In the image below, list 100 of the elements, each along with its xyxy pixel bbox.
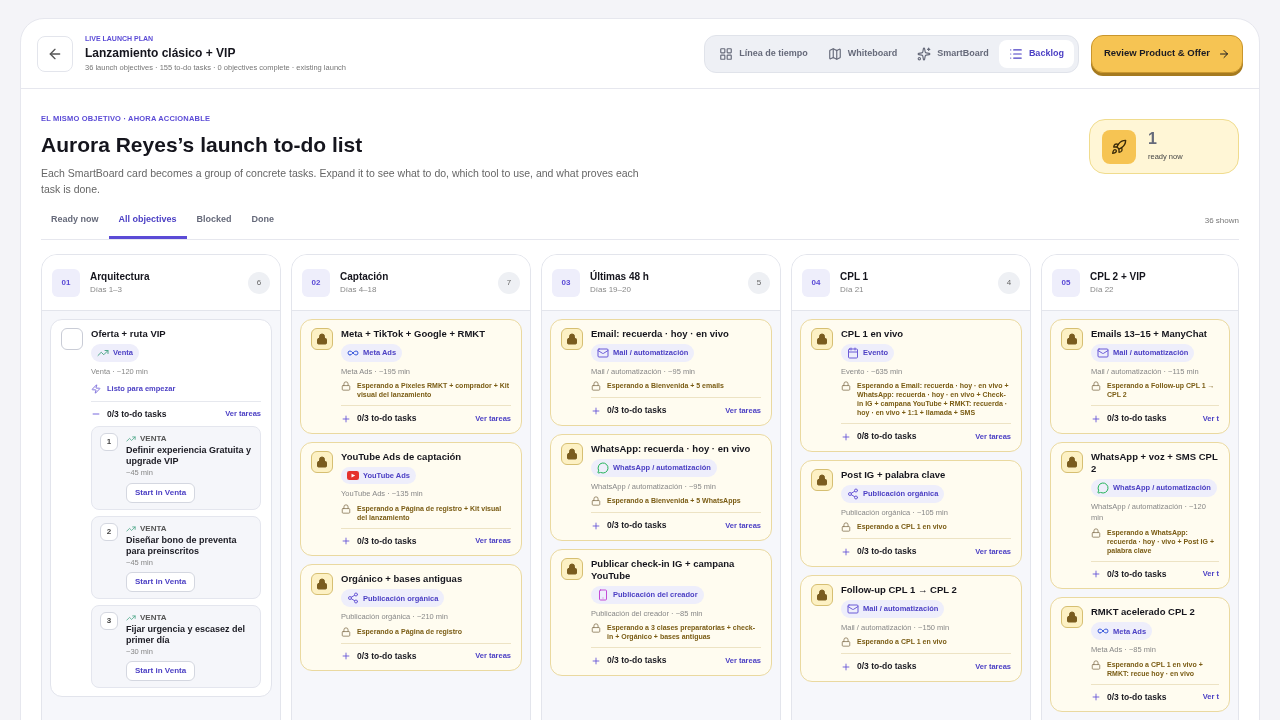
expand-icon[interactable] (341, 650, 351, 661)
review-button[interactable]: Review Product & Offer (1090, 34, 1243, 73)
back-button[interactable] (37, 35, 73, 72)
task-count: 0/3 to-do tasks (607, 654, 667, 667)
share-icon (847, 488, 859, 500)
expand-icon[interactable] (1091, 413, 1101, 424)
share-icon (347, 592, 359, 605)
mail-icon (597, 347, 609, 359)
column-number: 03 (552, 268, 580, 297)
column-title: Últimas 48 h (590, 269, 650, 284)
start-button[interactable]: Start in Venta (126, 482, 196, 503)
view-tab[interactable]: Línea de tiempo (709, 39, 818, 68)
expand-icon[interactable] (1091, 568, 1101, 579)
column-count: 6 (248, 271, 270, 294)
task-category: VENTA (140, 522, 167, 535)
step-number: 3 (100, 611, 118, 630)
task-count: 0/3 to-do tasks (607, 519, 667, 532)
task-count: 0/3 to-do tasks (357, 412, 417, 425)
expand-icon[interactable] (841, 431, 851, 442)
lock-icon (1091, 381, 1101, 392)
lock-icon (1066, 333, 1078, 345)
task-count: 0/3 to-do tasks (1107, 567, 1167, 581)
grid-icon (719, 46, 734, 61)
map-icon (827, 46, 842, 61)
lock-icon (341, 626, 351, 637)
lock-icon (341, 381, 351, 392)
objective-card[interactable] (50, 319, 272, 697)
card-title: Follow-up CPL 1 → CPL 2 (841, 584, 957, 596)
column-title: CPL 2 + VIP (1090, 270, 1147, 284)
chat-icon (1097, 482, 1109, 494)
filter-tab[interactable]: Ready now (41, 208, 109, 239)
play-icon (347, 471, 359, 481)
lock-icon (316, 333, 328, 345)
lock-icon (316, 578, 328, 591)
column-title: Arquitectura (90, 270, 151, 284)
lock-icon (841, 381, 851, 392)
expand-icon[interactable] (591, 405, 601, 416)
lock-icon (841, 637, 851, 648)
stat-value: 1 (1148, 130, 1158, 147)
lock-icon (1091, 659, 1101, 670)
checkbox[interactable] (61, 328, 83, 350)
column-number: 05 (1052, 268, 1080, 297)
expand-icon[interactable] (841, 661, 851, 672)
task-count: 0/3 to-do tasks (607, 404, 667, 417)
task-category: VENTA (140, 433, 167, 446)
card-title: Email: recuerda · hoy · en vivo (591, 328, 729, 340)
column-days: Día 22 (1090, 284, 1228, 296)
objective-card[interactable] (800, 319, 1022, 452)
card-title: Post IG + palabra clave (841, 469, 946, 481)
arrow-right-icon (1218, 47, 1230, 60)
zap-icon (91, 383, 101, 394)
step-number: 2 (100, 522, 118, 541)
trend-icon (126, 434, 136, 445)
column-count: 5 (748, 271, 770, 294)
expand-icon[interactable] (841, 546, 851, 557)
task-count: 0/3 to-do tasks (107, 407, 167, 421)
list-icon (1008, 46, 1023, 61)
expand-icon[interactable] (591, 655, 601, 666)
page-title: Aurora Reyes’s launch to-do list (41, 132, 364, 159)
lock-icon (841, 522, 851, 533)
card-title: YouTube Ads de captación (341, 451, 462, 463)
column-number: 04 (802, 268, 830, 297)
filter-tab[interactable]: Blocked (186, 208, 242, 239)
lock-icon (591, 623, 601, 634)
column-count: 4 (998, 271, 1020, 294)
mail-icon (847, 603, 859, 615)
lock-icon (1066, 611, 1078, 624)
lock-icon (816, 589, 828, 601)
trend-icon (97, 347, 109, 359)
filter-tab[interactable]: Done (241, 208, 285, 239)
start-button[interactable]: Start in Venta (126, 571, 196, 592)
column-number: 02 (302, 268, 330, 297)
chat-icon (597, 462, 609, 474)
task-count: 0/8 to-do tasks (857, 430, 917, 443)
infinity-icon (347, 347, 359, 359)
task-count: 0/3 to-do tasks (857, 660, 917, 673)
lock-icon (591, 496, 601, 507)
step-number: 1 (100, 433, 118, 452)
lock-icon (816, 474, 828, 486)
lock-icon (1066, 456, 1078, 468)
lock-icon (316, 456, 328, 468)
expand-icon[interactable] (1091, 691, 1101, 702)
view-tab[interactable]: Backlog (998, 39, 1074, 68)
expand-icon[interactable] (341, 413, 351, 424)
mail-icon (1097, 347, 1109, 359)
filter-tab[interactable]: All objectives (108, 208, 187, 239)
expand-icon[interactable] (591, 520, 601, 531)
lock-icon (816, 333, 828, 345)
view-tab[interactable]: Whiteboard (817, 39, 908, 68)
card-title: Publicar check-in IG + campana YouTube (591, 558, 736, 582)
lock-icon (591, 381, 601, 392)
card-title: RMKT acelerado CPL 2 (1091, 606, 1195, 619)
task-title: Fijar urgencia y escasez del primer día (126, 623, 247, 646)
view-tab[interactable]: SmartBoard (907, 39, 999, 68)
card-title: Emails 13–15 + ManyChat (1091, 328, 1207, 340)
expand-icon[interactable] (341, 535, 351, 546)
task-title: Diseñar bono de preventa para preinscritos (126, 534, 238, 557)
lock-icon (341, 503, 351, 514)
task-category: VENTA (140, 611, 167, 624)
start-button[interactable]: Start in Venta (126, 661, 196, 681)
